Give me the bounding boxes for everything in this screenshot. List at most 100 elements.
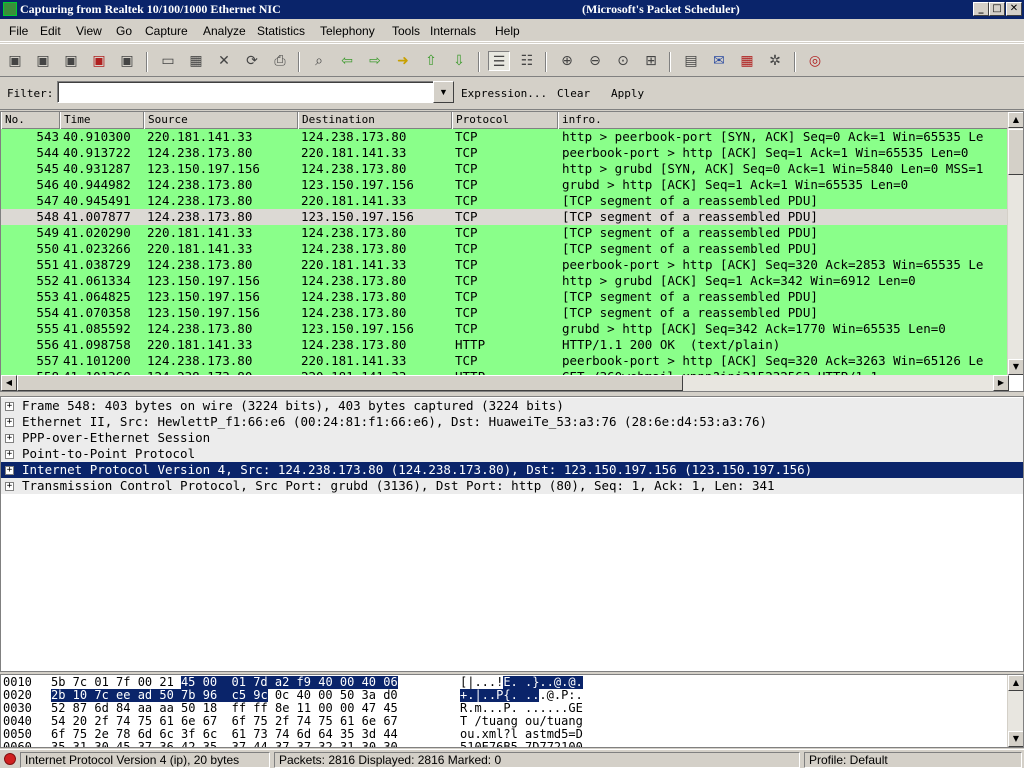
scrollbar-thumb[interactable] <box>1008 129 1023 175</box>
scroll-left-arrow-icon[interactable]: ◀ <box>1 375 17 391</box>
packet-row[interactable]: 544 40.913722 124.238.173.80 220.181.141.33… <box>1 145 1009 161</box>
autoscroll-icon[interactable]: ☷ <box>516 51 538 71</box>
zoom-in-icon[interactable]: ⊕ <box>556 51 578 71</box>
display-filters-icon[interactable]: ✉ <box>708 51 730 71</box>
go-to-packet-icon[interactable]: ➜ <box>392 51 414 71</box>
hex-bytes: 35 31 30 45 37 36 42 35 37 44 37 37 32 3… <box>51 740 398 748</box>
scroll-up-arrow-icon[interactable]: ▲ <box>1008 112 1023 128</box>
filter-dropdown-button[interactable]: ▼ <box>433 81 454 103</box>
minimize-button[interactable]: _ <box>973 2 989 16</box>
packet-row[interactable]: 557 41.101200 124.238.173.80 220.181.141.33… <box>1 353 1009 369</box>
preferences-icon[interactable]: ✲ <box>764 51 786 71</box>
menu-go[interactable]: Go <box>116 24 132 38</box>
resize-columns-icon[interactable]: ⊞ <box>640 51 662 71</box>
packet-row[interactable]: 545 40.931287 123.150.197.156 124.238.173.8… <box>1 161 1009 177</box>
detail-ethernet[interactable]: + Ethernet II, Src: HewlettP_f1:66:e6 (00… <box>1 414 1023 430</box>
filter-input[interactable] <box>57 81 434 103</box>
packet-row[interactable]: 555 41.085592 124.238.173.80 123.150.197.15… <box>1 321 1009 337</box>
packet-time: 41.007877 <box>63 209 131 224</box>
expert-info-icon[interactable] <box>4 753 16 765</box>
go-back-icon[interactable]: ⇦ <box>336 51 358 71</box>
maximize-button[interactable]: □ <box>989 2 1005 16</box>
status-profile[interactable]: Profile: Default <box>804 752 1022 768</box>
menu-capture[interactable]: Capture <box>145 24 188 38</box>
print-icon[interactable]: ⎙ <box>269 51 291 71</box>
packet-time: 41.038729 <box>63 257 131 272</box>
expand-icon[interactable]: + <box>5 450 14 459</box>
column-header-source[interactable]: Source <box>144 112 298 129</box>
menu-internals[interactable]: Internals <box>430 24 476 38</box>
packet-row[interactable]: 543 40.910300 220.181.141.33 124.238.173.80… <box>1 129 1009 145</box>
menu-view[interactable]: View <box>76 24 102 38</box>
scroll-up-arrow-icon[interactable]: ▲ <box>1008 675 1023 691</box>
expand-icon[interactable]: + <box>5 482 14 491</box>
packet-row[interactable]: 556 41.098758 220.181.141.33 124.238.173.80… <box>1 337 1009 353</box>
zoom-normal-icon[interactable]: ⊙ <box>612 51 634 71</box>
column-header-destination[interactable]: Destination <box>298 112 452 129</box>
packet-row[interactable]: 549 41.020290 220.181.141.33 124.238.173.80… <box>1 225 1009 241</box>
save-file-icon[interactable]: ▦ <box>185 51 207 71</box>
packet-no: 550 <box>36 241 59 256</box>
detail-frame[interactable]: + Frame 548: 403 bytes on wire (3224 bits… <box>1 398 1023 414</box>
close-button[interactable]: ✕ <box>1006 2 1022 16</box>
menu-help[interactable]: Help <box>495 24 520 38</box>
column-header-protocol[interactable]: Protocol <box>452 112 558 129</box>
colorize-icon[interactable]: ☰ <box>488 51 510 71</box>
packet-row[interactable]: 550 41.023266 220.181.141.33 124.238.173.80… <box>1 241 1009 257</box>
scrollbar-thumb[interactable] <box>17 375 683 391</box>
menu-statistics[interactable]: Statistics <box>257 24 305 38</box>
packet-row[interactable]: 547 40.945491 124.238.173.80 220.181.141.33… <box>1 193 1009 209</box>
packet-list-vertical-scrollbar[interactable]: ▲ ▼ <box>1007 112 1023 375</box>
menu-tools[interactable]: Tools <box>392 24 420 38</box>
find-icon[interactable]: ⌕ <box>308 51 330 71</box>
capture-options-icon[interactable]: ▣ <box>32 51 54 71</box>
menu-edit[interactable]: Edit <box>40 24 61 38</box>
packet-row[interactable]: 552 41.061334 123.150.197.156 124.238.173.8… <box>1 273 1009 289</box>
column-header-no[interactable]: No. <box>1 112 60 129</box>
menu-analyze[interactable]: Analyze <box>203 24 246 38</box>
expression-button[interactable]: Expression... <box>461 87 547 100</box>
expand-icon[interactable]: + <box>5 418 14 427</box>
column-header-time[interactable]: Time <box>60 112 144 129</box>
packet-source: 124.238.173.80 <box>147 321 253 336</box>
open-file-icon[interactable]: ▭ <box>157 51 179 71</box>
menu-telephony[interactable]: Telephony <box>320 24 375 38</box>
expand-icon[interactable]: + <box>5 434 14 443</box>
packet-row[interactable]: 554 41.070358 123.150.197.156 124.238.173.8… <box>1 305 1009 321</box>
packet-row[interactable]: 546 40.944982 124.238.173.80 123.150.197.15… <box>1 177 1009 193</box>
scroll-down-arrow-icon[interactable]: ▼ <box>1008 359 1023 375</box>
apply-button[interactable]: Apply <box>611 87 644 100</box>
scroll-down-arrow-icon[interactable]: ▼ <box>1008 731 1023 747</box>
menu-file[interactable]: File <box>9 24 28 38</box>
detail-tcp[interactable]: + Transmission Control Protocol, Src Port… <box>1 478 1023 494</box>
detail-ipv4[interactable]: + Internet Protocol Version 4, Src: 124.2… <box>1 462 1023 478</box>
packet-row[interactable]: 551 41.038729 124.238.173.80 220.181.141.33… <box>1 257 1009 273</box>
go-forward-icon[interactable]: ⇨ <box>364 51 386 71</box>
bytes-vertical-scrollbar[interactable]: ▲ ▼ <box>1007 675 1023 747</box>
go-first-icon[interactable]: ⇧ <box>420 51 442 71</box>
expand-icon[interactable]: + <box>5 466 14 475</box>
reload-icon[interactable]: ⟳ <box>241 51 263 71</box>
expand-icon[interactable]: + <box>5 402 14 411</box>
capture-filters-icon[interactable]: ▤ <box>680 51 702 71</box>
coloring-rules-icon[interactable]: ▦ <box>736 51 758 71</box>
stop-capture-icon[interactable]: ▣ <box>88 51 110 71</box>
detail-pppoe[interactable]: + PPP-over-Ethernet Session <box>1 430 1023 446</box>
detail-ppp[interactable]: + Point-to-Point Protocol <box>1 446 1023 462</box>
clear-button[interactable]: Clear <box>557 87 590 100</box>
go-last-icon[interactable]: ⇩ <box>448 51 470 71</box>
packet-time: 41.085592 <box>63 321 131 336</box>
packet-row[interactable]: 548 41.007877 124.238.173.80 123.150.197.15… <box>1 209 1009 225</box>
restart-capture-icon[interactable]: ▣ <box>116 51 138 71</box>
packet-destination: 220.181.141.33 <box>301 353 407 368</box>
interface-list-icon[interactable]: ▣ <box>4 51 26 71</box>
help-icon[interactable]: ◎ <box>804 51 826 71</box>
scroll-right-arrow-icon[interactable]: ▶ <box>993 375 1009 391</box>
close-file-icon[interactable]: ✕ <box>213 51 235 71</box>
packet-row[interactable]: 553 41.064825 123.150.197.156 124.238.173.8… <box>1 289 1009 305</box>
column-header-info[interactable]: infro. <box>558 112 1009 129</box>
zoom-out-icon[interactable]: ⊖ <box>584 51 606 71</box>
start-capture-icon[interactable]: ▣ <box>60 51 82 71</box>
packet-time: 41.020290 <box>63 225 131 240</box>
packet-list-horizontal-scrollbar[interactable]: ◀ ▶ <box>1 375 1009 391</box>
